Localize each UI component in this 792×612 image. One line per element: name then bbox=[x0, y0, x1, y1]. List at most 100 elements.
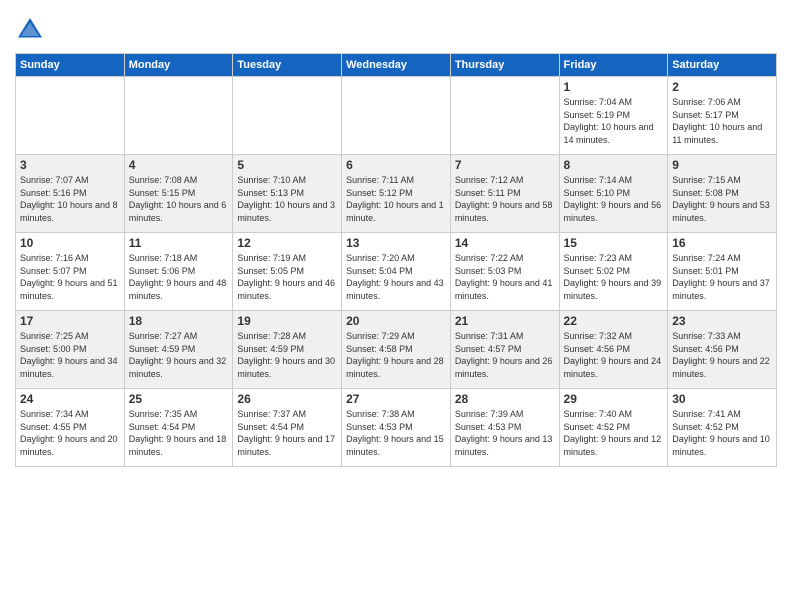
day-number: 7 bbox=[455, 158, 555, 172]
day-info: Sunrise: 7:16 AM Sunset: 5:07 PM Dayligh… bbox=[20, 252, 120, 302]
day-number: 18 bbox=[129, 314, 229, 328]
calendar-cell: 27 Sunrise: 7:38 AM Sunset: 4:53 PM Dayli… bbox=[342, 389, 451, 467]
week-row-4: 17 Sunrise: 7:25 AM Sunset: 5:00 PM Dayli… bbox=[16, 311, 777, 389]
calendar-cell: 14 Sunrise: 7:22 AM Sunset: 5:03 PM Dayli… bbox=[450, 233, 559, 311]
day-info: Sunrise: 7:07 AM Sunset: 5:16 PM Dayligh… bbox=[20, 174, 120, 224]
week-row-3: 10 Sunrise: 7:16 AM Sunset: 5:07 PM Dayli… bbox=[16, 233, 777, 311]
day-number: 11 bbox=[129, 236, 229, 250]
day-number: 30 bbox=[672, 392, 772, 406]
weekday-header-sunday: Sunday bbox=[16, 54, 125, 77]
day-number: 4 bbox=[129, 158, 229, 172]
calendar-cell: 9 Sunrise: 7:15 AM Sunset: 5:08 PM Daylig… bbox=[668, 155, 777, 233]
calendar-cell: 29 Sunrise: 7:40 AM Sunset: 4:52 PM Dayli… bbox=[559, 389, 668, 467]
calendar-cell: 22Sunrise: 7:32 AM Sunset: 4:56 PM Dayli… bbox=[559, 311, 668, 389]
day-info: Sunrise: 7:28 AM Sunset: 4:59 PM Dayligh… bbox=[237, 330, 337, 380]
day-info: Sunrise: 7:38 AM Sunset: 4:53 PM Dayligh… bbox=[346, 408, 446, 458]
day-info: Sunrise: 7:32 AM Sunset: 4:56 PM Dayligh… bbox=[564, 330, 664, 380]
calendar-cell bbox=[450, 77, 559, 155]
day-info: Sunrise: 7:40 AM Sunset: 4:52 PM Dayligh… bbox=[564, 408, 664, 458]
calendar-table: SundayMondayTuesdayWednesdayThursdayFrid… bbox=[15, 53, 777, 467]
day-info: Sunrise: 7:39 AM Sunset: 4:53 PM Dayligh… bbox=[455, 408, 555, 458]
calendar-cell: 23Sunrise: 7:33 AM Sunset: 4:56 PM Dayli… bbox=[668, 311, 777, 389]
day-number: 2 bbox=[672, 80, 772, 94]
day-info: Sunrise: 7:20 AM Sunset: 5:04 PM Dayligh… bbox=[346, 252, 446, 302]
day-number: 16 bbox=[672, 236, 772, 250]
day-number: 17 bbox=[20, 314, 120, 328]
calendar-cell: 19 Sunrise: 7:28 AM Sunset: 4:59 PM Dayli… bbox=[233, 311, 342, 389]
day-number: 25 bbox=[129, 392, 229, 406]
day-number: 1 bbox=[564, 80, 664, 94]
day-info: Sunrise: 7:10 AM Sunset: 5:13 PM Dayligh… bbox=[237, 174, 337, 224]
calendar-cell: 16 Sunrise: 7:24 AM Sunset: 5:01 PM Dayli… bbox=[668, 233, 777, 311]
calendar-cell: 11 Sunrise: 7:18 AM Sunset: 5:06 PM Dayli… bbox=[124, 233, 233, 311]
calendar-cell: 13 Sunrise: 7:20 AM Sunset: 5:04 PM Dayli… bbox=[342, 233, 451, 311]
calendar-cell: 7 Sunrise: 7:12 AM Sunset: 5:11 PM Daylig… bbox=[450, 155, 559, 233]
week-row-2: 3 Sunrise: 7:07 AM Sunset: 5:16 PM Daylig… bbox=[16, 155, 777, 233]
weekday-header-saturday: Saturday bbox=[668, 54, 777, 77]
calendar-cell: 10 Sunrise: 7:16 AM Sunset: 5:07 PM Dayli… bbox=[16, 233, 125, 311]
calendar-cell: 4 Sunrise: 7:08 AM Sunset: 5:15 PM Daylig… bbox=[124, 155, 233, 233]
day-number: 13 bbox=[346, 236, 446, 250]
week-row-5: 24 Sunrise: 7:34 AM Sunset: 4:55 PM Dayli… bbox=[16, 389, 777, 467]
day-number: 20 bbox=[346, 314, 446, 328]
calendar-cell bbox=[124, 77, 233, 155]
day-number: 28 bbox=[455, 392, 555, 406]
day-number: 3 bbox=[20, 158, 120, 172]
calendar-cell bbox=[342, 77, 451, 155]
calendar-cell bbox=[16, 77, 125, 155]
header-row: SundayMondayTuesdayWednesdayThursdayFrid… bbox=[16, 54, 777, 77]
calendar-cell: 1 Sunrise: 7:04 AM Sunset: 5:19 PM Daylig… bbox=[559, 77, 668, 155]
day-number: 9 bbox=[672, 158, 772, 172]
day-number: 5 bbox=[237, 158, 337, 172]
day-info: Sunrise: 7:27 AM Sunset: 4:59 PM Dayligh… bbox=[129, 330, 229, 380]
calendar-cell: 3 Sunrise: 7:07 AM Sunset: 5:16 PM Daylig… bbox=[16, 155, 125, 233]
day-number: 19 bbox=[237, 314, 337, 328]
day-number: 26 bbox=[237, 392, 337, 406]
day-info: Sunrise: 7:25 AM Sunset: 5:00 PM Dayligh… bbox=[20, 330, 120, 380]
day-info: Sunrise: 7:15 AM Sunset: 5:08 PM Dayligh… bbox=[672, 174, 772, 224]
day-info: Sunrise: 7:24 AM Sunset: 5:01 PM Dayligh… bbox=[672, 252, 772, 302]
day-info: Sunrise: 7:31 AM Sunset: 4:57 PM Dayligh… bbox=[455, 330, 555, 380]
calendar-cell: 24 Sunrise: 7:34 AM Sunset: 4:55 PM Dayli… bbox=[16, 389, 125, 467]
weekday-header-wednesday: Wednesday bbox=[342, 54, 451, 77]
day-info: Sunrise: 7:41 AM Sunset: 4:52 PM Dayligh… bbox=[672, 408, 772, 458]
day-info: Sunrise: 7:22 AM Sunset: 5:03 PM Dayligh… bbox=[455, 252, 555, 302]
calendar-cell: 8Sunrise: 7:14 AM Sunset: 5:10 PM Daylig… bbox=[559, 155, 668, 233]
day-info: Sunrise: 7:04 AM Sunset: 5:19 PM Dayligh… bbox=[564, 96, 664, 146]
main-container: SundayMondayTuesdayWednesdayThursdayFrid… bbox=[0, 0, 792, 472]
day-number: 10 bbox=[20, 236, 120, 250]
day-number: 14 bbox=[455, 236, 555, 250]
day-info: Sunrise: 7:37 AM Sunset: 4:54 PM Dayligh… bbox=[237, 408, 337, 458]
day-number: 23 bbox=[672, 314, 772, 328]
day-info: Sunrise: 7:19 AM Sunset: 5:05 PM Dayligh… bbox=[237, 252, 337, 302]
calendar-cell bbox=[233, 77, 342, 155]
calendar-cell: 28 Sunrise: 7:39 AM Sunset: 4:53 PM Dayli… bbox=[450, 389, 559, 467]
calendar-cell: 25 Sunrise: 7:35 AM Sunset: 4:54 PM Dayli… bbox=[124, 389, 233, 467]
day-number: 27 bbox=[346, 392, 446, 406]
day-number: 21 bbox=[455, 314, 555, 328]
calendar-cell: 26 Sunrise: 7:37 AM Sunset: 4:54 PM Dayli… bbox=[233, 389, 342, 467]
day-info: Sunrise: 7:35 AM Sunset: 4:54 PM Dayligh… bbox=[129, 408, 229, 458]
weekday-header-monday: Monday bbox=[124, 54, 233, 77]
day-info: Sunrise: 7:08 AM Sunset: 5:15 PM Dayligh… bbox=[129, 174, 229, 224]
calendar-cell: 30 Sunrise: 7:41 AM Sunset: 4:52 PM Dayli… bbox=[668, 389, 777, 467]
calendar-cell: 18 Sunrise: 7:27 AM Sunset: 4:59 PM Dayli… bbox=[124, 311, 233, 389]
day-number: 15 bbox=[564, 236, 664, 250]
day-number: 6 bbox=[346, 158, 446, 172]
week-row-1: 1 Sunrise: 7:04 AM Sunset: 5:19 PM Daylig… bbox=[16, 77, 777, 155]
day-number: 29 bbox=[564, 392, 664, 406]
day-info: Sunrise: 7:12 AM Sunset: 5:11 PM Dayligh… bbox=[455, 174, 555, 224]
day-info: Sunrise: 7:34 AM Sunset: 4:55 PM Dayligh… bbox=[20, 408, 120, 458]
day-number: 8 bbox=[564, 158, 664, 172]
weekday-header-tuesday: Tuesday bbox=[233, 54, 342, 77]
logo-icon bbox=[15, 15, 45, 45]
day-number: 24 bbox=[20, 392, 120, 406]
day-info: Sunrise: 7:11 AM Sunset: 5:12 PM Dayligh… bbox=[346, 174, 446, 224]
calendar-cell: 12Sunrise: 7:19 AM Sunset: 5:05 PM Dayli… bbox=[233, 233, 342, 311]
header bbox=[15, 10, 777, 45]
calendar-cell: 5 Sunrise: 7:10 AM Sunset: 5:13 PM Daylig… bbox=[233, 155, 342, 233]
day-info: Sunrise: 7:23 AM Sunset: 5:02 PM Dayligh… bbox=[564, 252, 664, 302]
weekday-header-friday: Friday bbox=[559, 54, 668, 77]
calendar-cell: 6 Sunrise: 7:11 AM Sunset: 5:12 PM Daylig… bbox=[342, 155, 451, 233]
day-info: Sunrise: 7:18 AM Sunset: 5:06 PM Dayligh… bbox=[129, 252, 229, 302]
